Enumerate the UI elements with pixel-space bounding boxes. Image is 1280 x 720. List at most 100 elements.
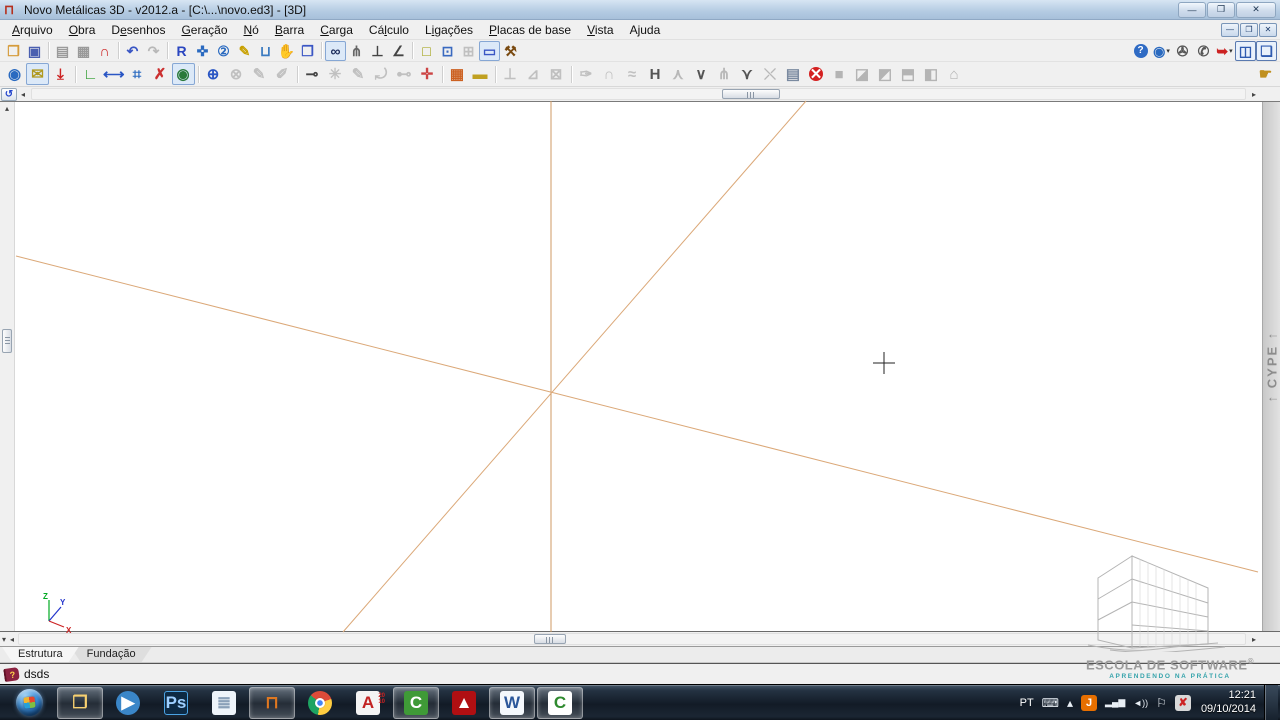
scroll-right2-icon[interactable]: ▸	[1248, 635, 1260, 644]
hand-pan-button[interactable]: ✋	[276, 41, 297, 61]
taskbar-clock[interactable]: 12:21 09/10/2014	[1201, 689, 1256, 717]
dimension-lines-button[interactable]: ⟷	[102, 63, 126, 85]
menu-desenhos[interactable]: Desenhos	[103, 21, 173, 39]
h-section-button[interactable]: H	[644, 63, 667, 85]
scroll-left-icon[interactable]: ◂	[17, 90, 29, 99]
drawing-canvas[interactable]	[15, 102, 1262, 631]
coordinate-origin-button[interactable]: ∟	[79, 63, 102, 85]
keyboard-icon[interactable]: ⌨	[1042, 695, 1059, 711]
taskbar-cype-metalicas-button[interactable]: ⊓	[249, 687, 295, 719]
mdi-close-button[interactable]: ✕	[1259, 23, 1277, 37]
network-signal-icon[interactable]: ▂▄▆	[1105, 695, 1125, 711]
taskbar-chrome-button[interactable]	[297, 687, 343, 719]
describe-profile-button[interactable]: ▦	[446, 63, 469, 85]
search-binoculars-button[interactable]: ∞	[325, 41, 346, 61]
taskbar-word-button[interactable]: W	[489, 687, 535, 719]
grow-bar-button[interactable]: ✛	[416, 63, 439, 85]
hidden-icons-icon[interactable]: ▴	[1067, 695, 1073, 711]
new-node-button[interactable]: ⊕	[202, 63, 225, 85]
menu-ajuda[interactable]: Ajuda	[622, 21, 669, 39]
menu-obra[interactable]: Obra	[61, 21, 104, 39]
dimensions-rule-button[interactable]: ▭	[479, 41, 500, 61]
perpendicular-button[interactable]: ⊥	[367, 41, 388, 61]
toolbars-config-button[interactable]: ◫	[1235, 41, 1256, 61]
export-send-button[interactable]: ➥▾	[1214, 41, 1235, 61]
action-center-flag-icon[interactable]: ⚐	[1156, 695, 1167, 711]
bottom-scroll-handle[interactable]	[534, 634, 566, 644]
menu-placas-de-base[interactable]: Placas de base	[481, 21, 579, 39]
open-file-button[interactable]: ❒	[3, 41, 24, 61]
print-resources-button[interactable]: ▦	[73, 41, 94, 61]
magnet-snap-button[interactable]: ∩	[94, 41, 115, 61]
menu-no[interactable]: Nó	[236, 21, 267, 39]
top-scroll-handle[interactable]	[722, 89, 780, 99]
check-list-button[interactable]: ▤	[782, 63, 805, 85]
contact-phone-button[interactable]: ✆	[1193, 41, 1214, 61]
taskbar-autocad-button[interactable]: A2010	[345, 687, 391, 719]
arrow-check-button[interactable]: ⋎	[736, 63, 759, 85]
top-scroll-track[interactable]	[31, 88, 1246, 100]
rotate-view-button[interactable]: ↺	[1, 88, 17, 101]
minimize-button[interactable]: —	[1178, 2, 1206, 18]
taskbar-media-player-button[interactable]: ▶	[105, 687, 151, 719]
left-scrollbar[interactable]: ▴	[0, 102, 15, 631]
taskbar-photoshop-button[interactable]: Ps	[153, 687, 199, 719]
deflection-check-button[interactable]: ∨	[690, 63, 713, 85]
help-button[interactable]: ?	[1130, 41, 1151, 61]
menu-vista[interactable]: Vista	[579, 21, 621, 39]
zoom-region-button[interactable]: R	[171, 41, 192, 61]
stop-calculation-button[interactable]: ✕	[805, 63, 828, 85]
left-scroll-handle[interactable]	[2, 329, 12, 353]
mdi-restore-button[interactable]: ❐	[1240, 23, 1258, 37]
describe-material-button[interactable]: ▬	[469, 63, 492, 85]
language-icon[interactable]: PT	[1020, 695, 1034, 711]
visible-window-button[interactable]: □	[416, 41, 437, 61]
paint-view-button[interactable]: ⊔	[255, 41, 276, 61]
bottom-scroll-track[interactable]	[18, 633, 1246, 645]
tab-fundacao[interactable]: Fundação	[71, 647, 152, 662]
panel-restore-button[interactable]: ❏	[1256, 41, 1277, 61]
restore-button[interactable]: ❐	[1207, 2, 1235, 18]
tools-config-button[interactable]: ⚒	[500, 41, 521, 61]
redraw-button[interactable]: ✎	[234, 41, 255, 61]
menu-geracao[interactable]: Geração	[173, 21, 235, 39]
mdi-minimize-button[interactable]: —	[1221, 23, 1239, 37]
views-eye-button[interactable]: ◉	[172, 63, 195, 85]
volume-icon[interactable]: ◄))	[1133, 695, 1148, 711]
java-update-icon[interactable]: J	[1081, 695, 1097, 711]
edit-comments-button[interactable]: ✉	[26, 63, 49, 85]
new-bar-button[interactable]: ⊸	[301, 63, 324, 85]
menu-barra[interactable]: Barra	[267, 21, 312, 39]
web-globe-button[interactable]: ◉▾	[1151, 41, 1172, 61]
web-help-button[interactable]: ◉	[3, 63, 26, 85]
pan-view-button[interactable]: ✜	[192, 41, 213, 61]
menu-ligacoes[interactable]: Ligações	[417, 21, 481, 39]
scroll-left2-icon[interactable]: ◂	[8, 635, 16, 644]
job-data-button[interactable]: ▤	[52, 41, 73, 61]
taskbar-camtasia-studio-button[interactable]: C	[393, 687, 439, 719]
select-elements-button[interactable]: ⊡	[437, 41, 458, 61]
delete-group-button[interactable]: ✗	[149, 63, 172, 85]
taskbar-start-button[interactable]	[3, 687, 55, 719]
joint-links-button[interactable]: ⋔	[346, 41, 367, 61]
capture-window-button[interactable]: ❐	[297, 41, 318, 61]
tab-estrutura[interactable]: Estrutura	[2, 647, 79, 662]
menu-calculo[interactable]: Cálculo	[361, 21, 417, 39]
close-button[interactable]: ✕	[1236, 2, 1276, 18]
network-disabled-icon[interactable]: ✘	[1175, 695, 1191, 711]
zoom-previous-button[interactable]: ②	[213, 41, 234, 61]
print-button[interactable]: ✇	[1172, 41, 1193, 61]
taskbar-camtasia-recorder-button[interactable]: C	[537, 687, 583, 719]
taskbar-notepad-button[interactable]: ≣	[201, 687, 247, 719]
menu-arquivo[interactable]: Arquivo	[4, 21, 61, 39]
taskbar-adobe-reader-button[interactable]: ▲	[441, 687, 487, 719]
taskbar-explorer-button[interactable]: ❒	[57, 687, 103, 719]
select-group-button[interactable]: ⌗	[126, 63, 149, 85]
save-file-button[interactable]: ▣	[24, 41, 45, 61]
select-hand-button[interactable]: ☛	[1254, 63, 1277, 85]
import-job-button[interactable]: ⤓	[49, 63, 72, 85]
scroll-up-icon[interactable]: ▴	[0, 104, 14, 113]
undo-button[interactable]: ↶	[122, 41, 143, 61]
reference-axes-button[interactable]: ∠	[388, 41, 409, 61]
menu-carga[interactable]: Carga	[312, 21, 361, 39]
